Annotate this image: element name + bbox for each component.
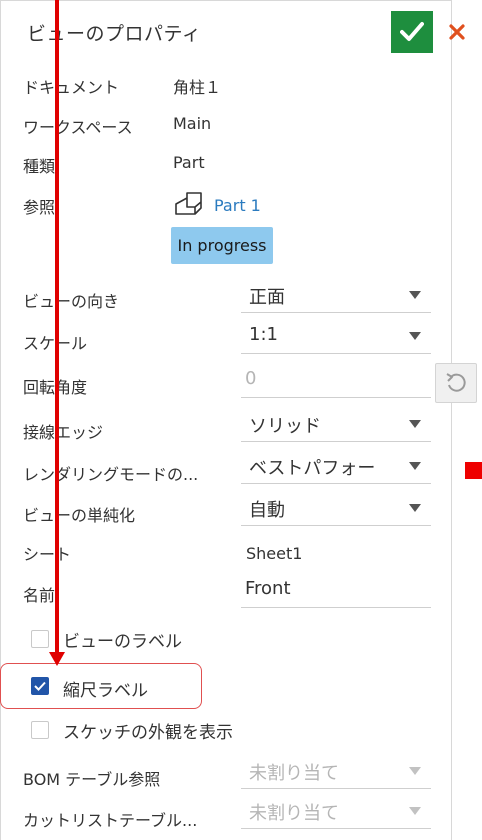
cutlist-table-label: カットリストテーブル... (23, 811, 198, 830)
bom-table-value: 未割り当て (249, 763, 339, 784)
simplify-value: 自動 (249, 500, 285, 521)
name-input[interactable]: Front (241, 573, 431, 608)
name-label: 名前 (23, 586, 56, 605)
annotation-marker (465, 462, 482, 479)
workspace-label: ワークスペース (23, 118, 133, 137)
cutlist-table-select[interactable]: 未割り当て (241, 794, 431, 829)
rotation-value: 0 (245, 368, 257, 389)
render-mode-label: レンダリングモードの... (23, 465, 199, 484)
ok-button[interactable] (391, 11, 433, 53)
orientation-label: ビューの向き (23, 292, 120, 311)
name-value: Front (245, 578, 291, 599)
chevron-down-icon (409, 291, 421, 299)
highlight-box (0, 663, 202, 709)
reference-label: 参照 (23, 198, 56, 217)
workspace-value: Main (173, 114, 212, 133)
bom-table-label: BOM テーブル参照 (23, 770, 161, 789)
orientation-select[interactable]: 正面 (241, 278, 431, 313)
sheet-label: シート (23, 545, 72, 564)
chevron-down-icon (409, 767, 421, 775)
annotation-arrow-head (49, 652, 65, 666)
check-icon (400, 22, 424, 41)
annotation-arrow-line (55, 0, 59, 655)
sketch-appearance-text: スケッチの外観を表示 (63, 723, 233, 743)
chevron-down-icon (409, 420, 421, 428)
view-label-checkbox[interactable] (31, 630, 49, 648)
chevron-down-icon (409, 332, 421, 340)
chevron-down-icon (409, 807, 421, 815)
document-label: ドキュメント (23, 78, 120, 97)
view-label-text: ビューのラベル (63, 632, 182, 652)
tangent-edges-value: ソリッド (249, 416, 321, 437)
simplify-select[interactable]: 自動 (241, 491, 431, 526)
simplify-label: ビューの単純化 (23, 506, 136, 525)
chevron-down-icon (409, 462, 421, 470)
orientation-value: 正面 (249, 287, 285, 308)
reference-link[interactable]: Part 1 (214, 196, 261, 215)
panel-header: ビューのプロパティ (1, 1, 465, 57)
sheet-value: Sheet1 (246, 544, 303, 563)
reset-icon (446, 373, 466, 392)
view-properties-panel: ビューのプロパティ ドキュメント 角柱１ ワークスペース Main 種類 Par… (0, 0, 477, 840)
type-value: Part (173, 153, 205, 172)
render-mode-value: ベストパフォー (249, 458, 376, 479)
bom-table-select[interactable]: 未割り当て (241, 754, 431, 789)
cutlist-table-value: 未割り当て (249, 803, 339, 824)
scale-value: 1:1 (249, 324, 278, 345)
reset-rotation-button[interactable] (435, 363, 477, 403)
rotation-input[interactable]: 0 (241, 363, 431, 398)
type-label: 種類 (23, 157, 56, 176)
scale-select[interactable]: 1:1 (241, 319, 431, 354)
tangent-edges-label: 接線エッジ (23, 423, 104, 442)
panel-title: ビューのプロパティ (27, 23, 202, 45)
close-icon (449, 24, 465, 40)
document-value: 角柱１ (173, 78, 222, 97)
tangent-edges-select[interactable]: ソリッド (241, 407, 431, 442)
status-badge: In progress (171, 227, 273, 264)
cancel-button[interactable] (442, 17, 472, 47)
part-icon (175, 192, 202, 215)
chevron-down-icon (409, 504, 421, 512)
sketch-appearance-checkbox[interactable] (31, 721, 49, 739)
render-mode-select[interactable]: ベストパフォー (241, 449, 431, 484)
